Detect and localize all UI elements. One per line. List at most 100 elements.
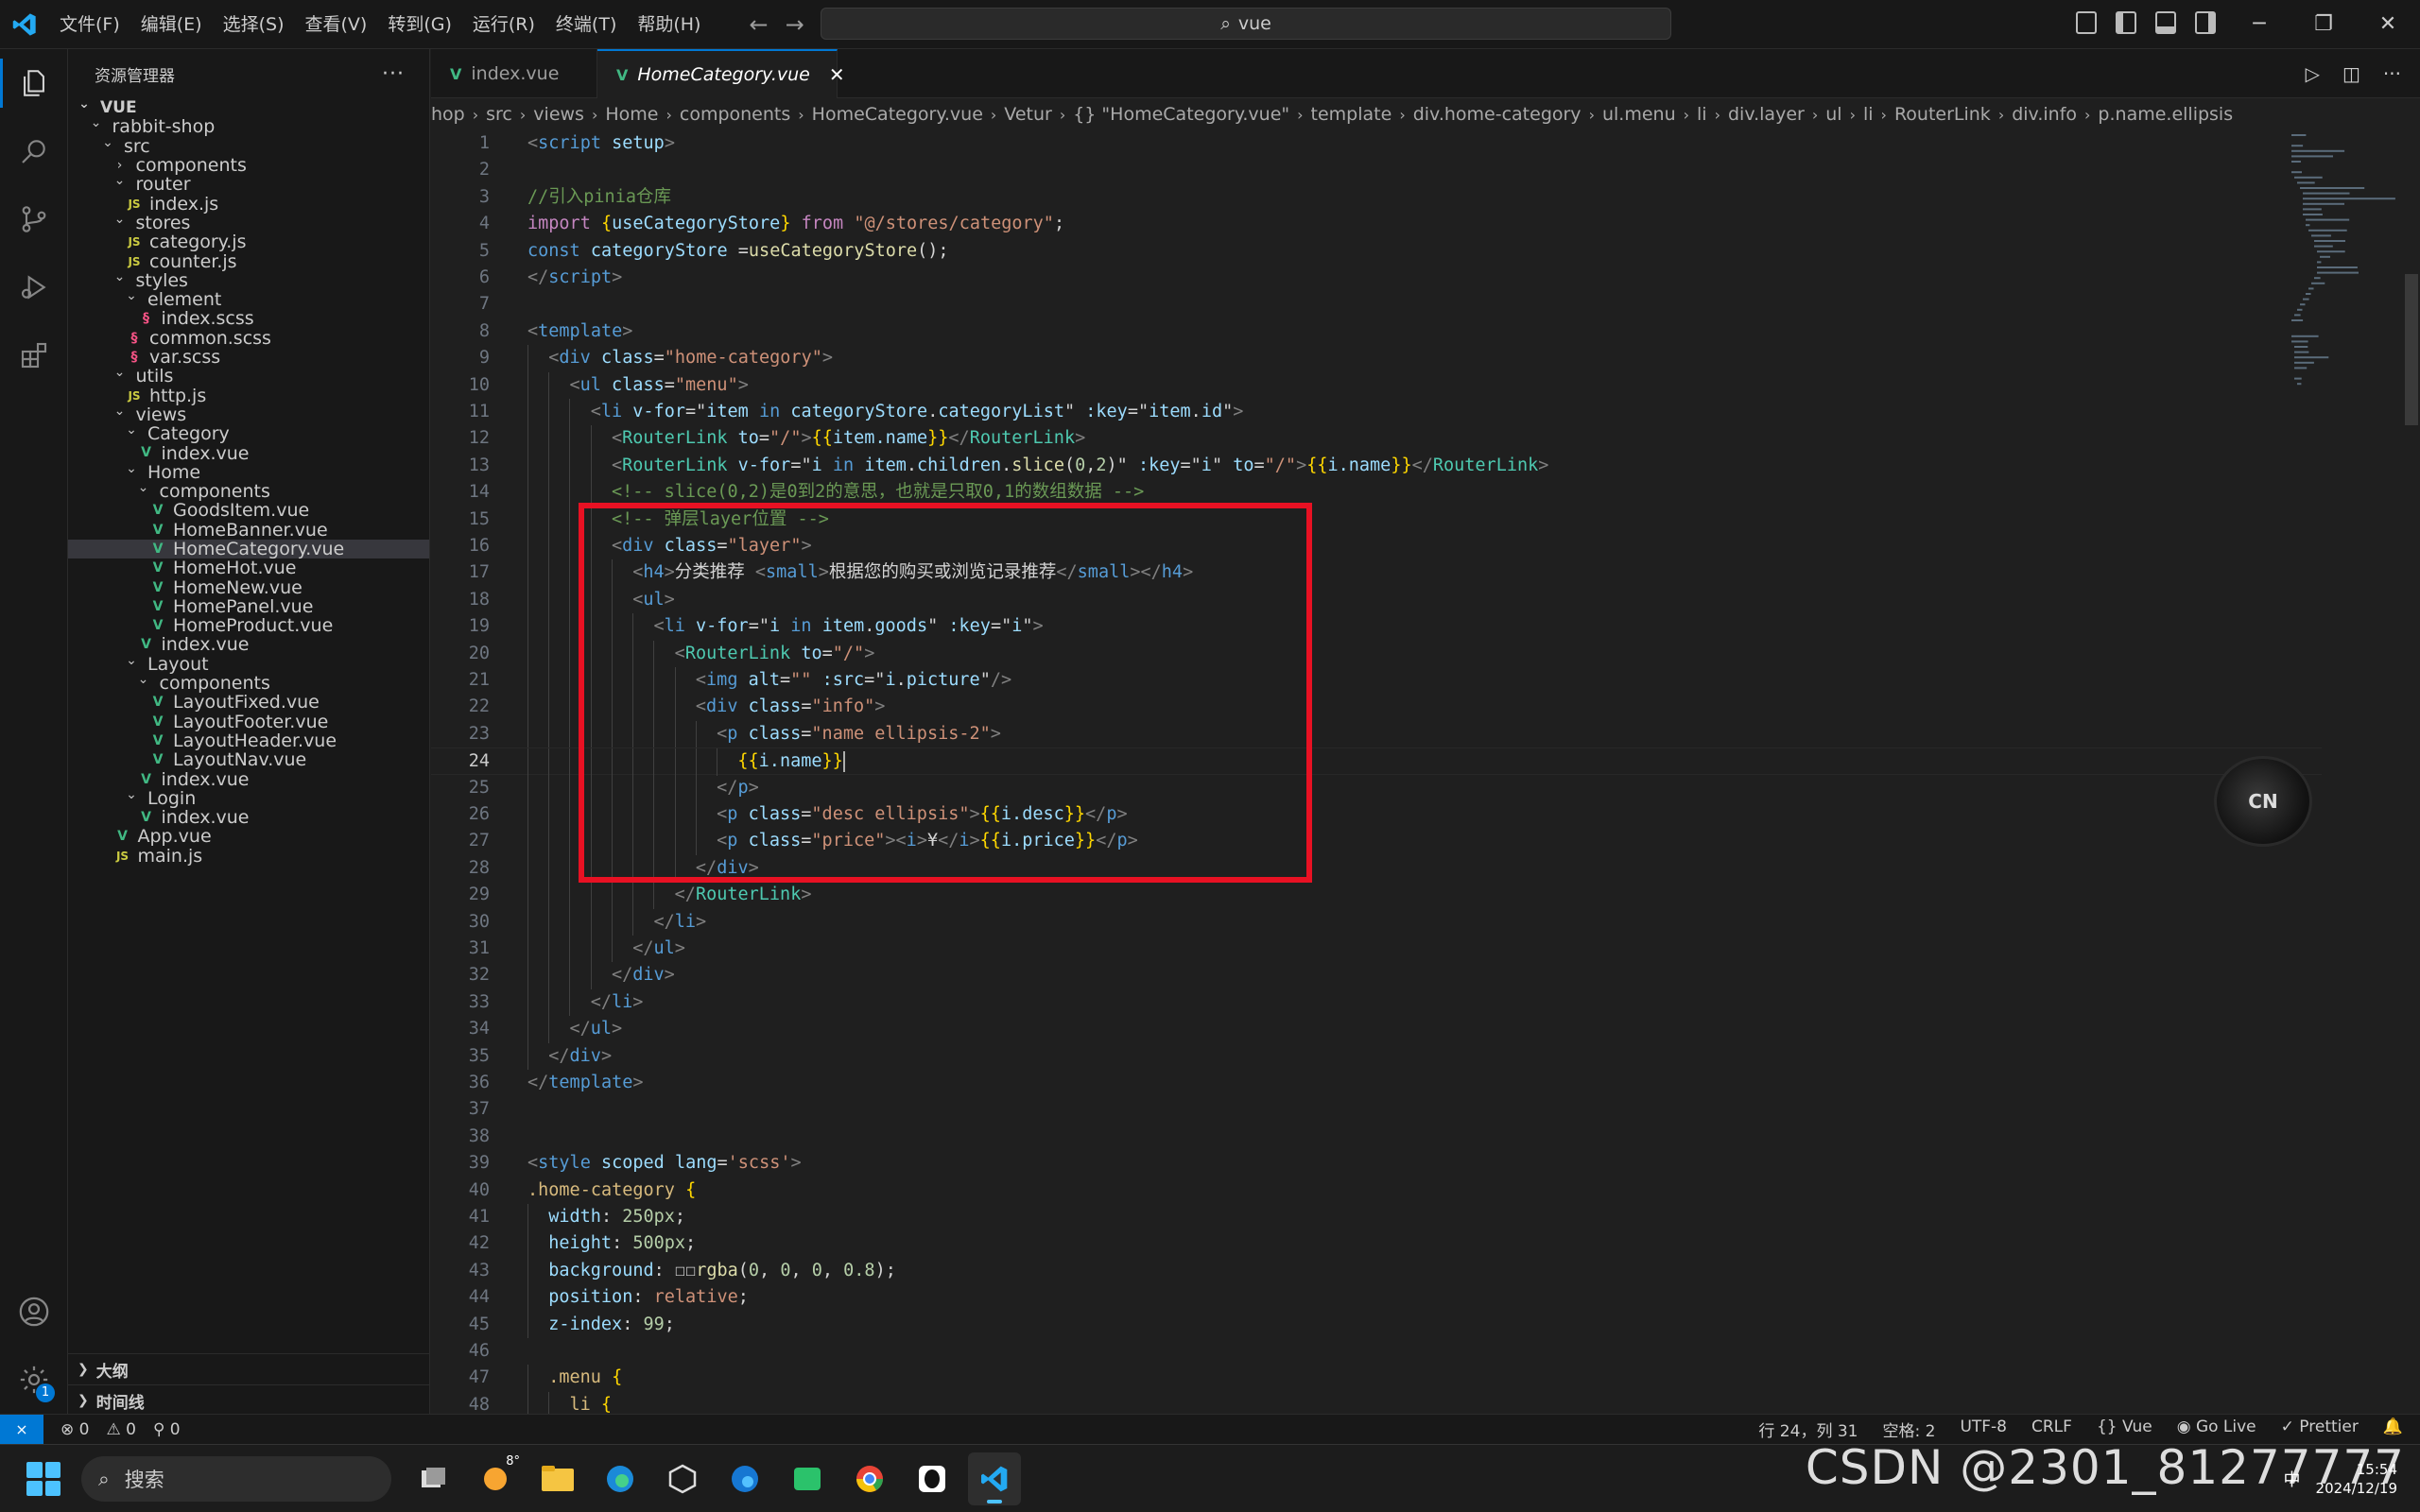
- toggle-secondary-sidebar-icon[interactable]: [2195, 11, 2216, 34]
- breadcrumb-item[interactable]: Vetur: [1004, 104, 1052, 125]
- breadcrumb-item[interactable]: div.home-category: [1413, 104, 1582, 125]
- file-explorer-icon[interactable]: [531, 1452, 584, 1505]
- source-control-icon[interactable]: [0, 185, 68, 253]
- code-line[interactable]: 37: [431, 1096, 2322, 1123]
- close-tab-icon[interactable]: ✕: [829, 63, 845, 86]
- go-live-button[interactable]: ◉ Go Live: [2177, 1418, 2256, 1441]
- tree-folder[interactable]: ⌄ views: [68, 404, 429, 425]
- code-line[interactable]: 7: [431, 291, 2322, 318]
- code-line[interactable]: 35 </div>: [431, 1042, 2322, 1070]
- tree-file[interactable]: Vindex.vue: [68, 634, 429, 655]
- tree-file[interactable]: Vindex.vue: [68, 769, 429, 790]
- cursor-position[interactable]: 行 24，列 31: [1758, 1418, 1858, 1441]
- run-debug-icon[interactable]: [0, 253, 68, 321]
- tree-folder[interactable]: ⌄ utils: [68, 365, 429, 387]
- command-center-search[interactable]: ⌕ vue: [821, 8, 1671, 40]
- tree-folder[interactable]: ⌄ components: [68, 672, 429, 694]
- code-line[interactable]: 11 <li v-for="item in categoryStore.categ…: [431, 399, 2322, 426]
- restore-button[interactable]: ❐: [2291, 0, 2356, 49]
- language-mode[interactable]: {} Vue: [2097, 1418, 2152, 1441]
- tree-file[interactable]: V GoodsItem.vue: [68, 500, 429, 521]
- edge-browser-icon[interactable]: [594, 1452, 647, 1505]
- tree-file[interactable]: V HomePanel.vue: [68, 596, 429, 617]
- explorer-icon[interactable]: [0, 49, 68, 117]
- accounts-icon[interactable]: [0, 1278, 68, 1346]
- code-line[interactable]: 12 <RouterLink to="/">{{item.name}}</Rout…: [431, 425, 2322, 453]
- encoding[interactable]: UTF-8: [1960, 1418, 2007, 1441]
- tree-file[interactable]: V LayoutFooter.vue: [68, 712, 429, 732]
- run-icon[interactable]: ▷: [2306, 62, 2320, 85]
- menu-item[interactable]: 帮助(H): [627, 0, 711, 49]
- manage-gear-icon[interactable]: 1: [0, 1346, 68, 1414]
- tree-file[interactable]: Vindex.vue: [68, 807, 429, 828]
- tree-folder[interactable]: ⌄ src: [68, 135, 429, 157]
- code-line[interactable]: 36 </template>: [431, 1070, 2322, 1096]
- tree-folder[interactable]: ⌄ Home: [68, 461, 429, 483]
- tree-folder[interactable]: ⌄ Layout: [68, 653, 429, 675]
- minimize-button[interactable]: ─: [2227, 0, 2291, 49]
- code-line[interactable]: 48 li {: [431, 1391, 2322, 1414]
- code-line[interactable]: 9 <div class="home-category">: [431, 345, 2322, 372]
- tree-file[interactable]: V LayoutHeader.vue: [68, 730, 429, 751]
- tree-file[interactable]: § var.scss: [68, 347, 429, 368]
- code-line[interactable]: 32 </div>: [431, 962, 2322, 989]
- menu-item[interactable]: 终端(T): [545, 0, 627, 49]
- breadcrumb-item[interactable]: div.info: [2012, 104, 2077, 125]
- breadcrumb-item[interactable]: views: [533, 104, 584, 125]
- tab-index-vue[interactable]: V index.vue: [431, 49, 597, 98]
- breadcrumb-item[interactable]: li: [1863, 104, 1874, 125]
- tree-file[interactable]: V HomeCategory.vue: [68, 539, 429, 559]
- tree-file[interactable]: V LayoutNav.vue: [68, 749, 429, 770]
- tree-file[interactable]: JS index.js: [68, 194, 429, 215]
- code-line[interactable]: 13 <RouterLink v-for="i in item.children.…: [431, 452, 2322, 480]
- breadcrumb-item[interactable]: ul.menu: [1602, 104, 1676, 125]
- tree-folder[interactable]: ⌄ rabbit-shop: [68, 115, 429, 137]
- code-line[interactable]: 40 .home-category {: [431, 1177, 2322, 1204]
- tree-folder[interactable]: ⌄ styles: [68, 269, 429, 291]
- code-line[interactable]: 34 </ul>: [431, 1016, 2322, 1043]
- tree-file[interactable]: V LayoutFixed.vue: [68, 692, 429, 713]
- vscode-taskbar-icon[interactable]: [968, 1452, 1021, 1505]
- code-line[interactable]: 38: [431, 1124, 2322, 1150]
- prettier-status[interactable]: ✓ Prettier: [2281, 1418, 2359, 1441]
- tree-file[interactable]: V App.vue: [68, 826, 429, 847]
- breadcrumb-item[interactable]: Home: [605, 104, 658, 125]
- breadcrumb-item[interactable]: components: [680, 104, 790, 125]
- outline-section[interactable]: ❯ 大纲: [68, 1353, 429, 1384]
- vertical-scrollbar[interactable]: [2405, 274, 2418, 425]
- breadcrumb-item[interactable]: li: [1697, 104, 1707, 125]
- breadcrumb-item[interactable]: {} "HomeCategory.vue": [1073, 104, 1289, 125]
- tree-file[interactable]: § index.scss: [68, 308, 429, 329]
- ports-count[interactable]: ⚲ 0: [153, 1420, 181, 1439]
- tree-file[interactable]: § common.scss: [68, 328, 429, 349]
- github-desktop-icon[interactable]: [656, 1452, 709, 1505]
- timeline-section[interactable]: ❯ 时间线: [68, 1384, 429, 1414]
- notifications-bell-icon[interactable]: 🔔: [2383, 1418, 2403, 1441]
- code-line[interactable]: 33 </li>: [431, 988, 2322, 1017]
- menu-item[interactable]: 查看(V): [295, 0, 378, 49]
- tree-file[interactable]: V HomeNew.vue: [68, 577, 429, 598]
- code-line[interactable]: 47 .menu {: [431, 1365, 2322, 1392]
- tree-folder[interactable]: ⌄ router: [68, 173, 429, 195]
- code-line[interactable]: 6 </script>: [431, 265, 2322, 291]
- search-icon[interactable]: [0, 117, 68, 185]
- tree-folder[interactable]: ⌄ Login: [68, 787, 429, 809]
- breadcrumb-item[interactable]: div.layer: [1728, 104, 1805, 125]
- wechat-store-icon[interactable]: [781, 1452, 834, 1505]
- breadcrumb-item[interactable]: HomeCategory.vue: [812, 104, 983, 125]
- tree-file[interactable]: JS main.js: [68, 846, 429, 867]
- extensions-icon[interactable]: [0, 321, 68, 389]
- breadcrumb-item[interactable]: RouterLink: [1894, 104, 1991, 125]
- customize-layout-icon[interactable]: [2076, 11, 2097, 34]
- menu-item[interactable]: 转到(G): [377, 0, 462, 49]
- qq-icon[interactable]: [906, 1452, 959, 1505]
- tree-file[interactable]: V HomeHot.vue: [68, 558, 429, 578]
- split-editor-icon[interactable]: ◫: [2342, 62, 2360, 85]
- code-line[interactable]: 41 width: 250px;: [431, 1204, 2322, 1231]
- tree-file[interactable]: JS category.js: [68, 232, 429, 252]
- code-line[interactable]: 2: [431, 157, 2322, 183]
- menu-item[interactable]: 选择(S): [213, 0, 295, 49]
- tree-file[interactable]: Vindex.vue: [68, 443, 429, 464]
- remote-indicator-icon[interactable]: ⨯: [0, 1414, 43, 1445]
- taskbar-search[interactable]: ⌕ 搜索: [81, 1456, 391, 1502]
